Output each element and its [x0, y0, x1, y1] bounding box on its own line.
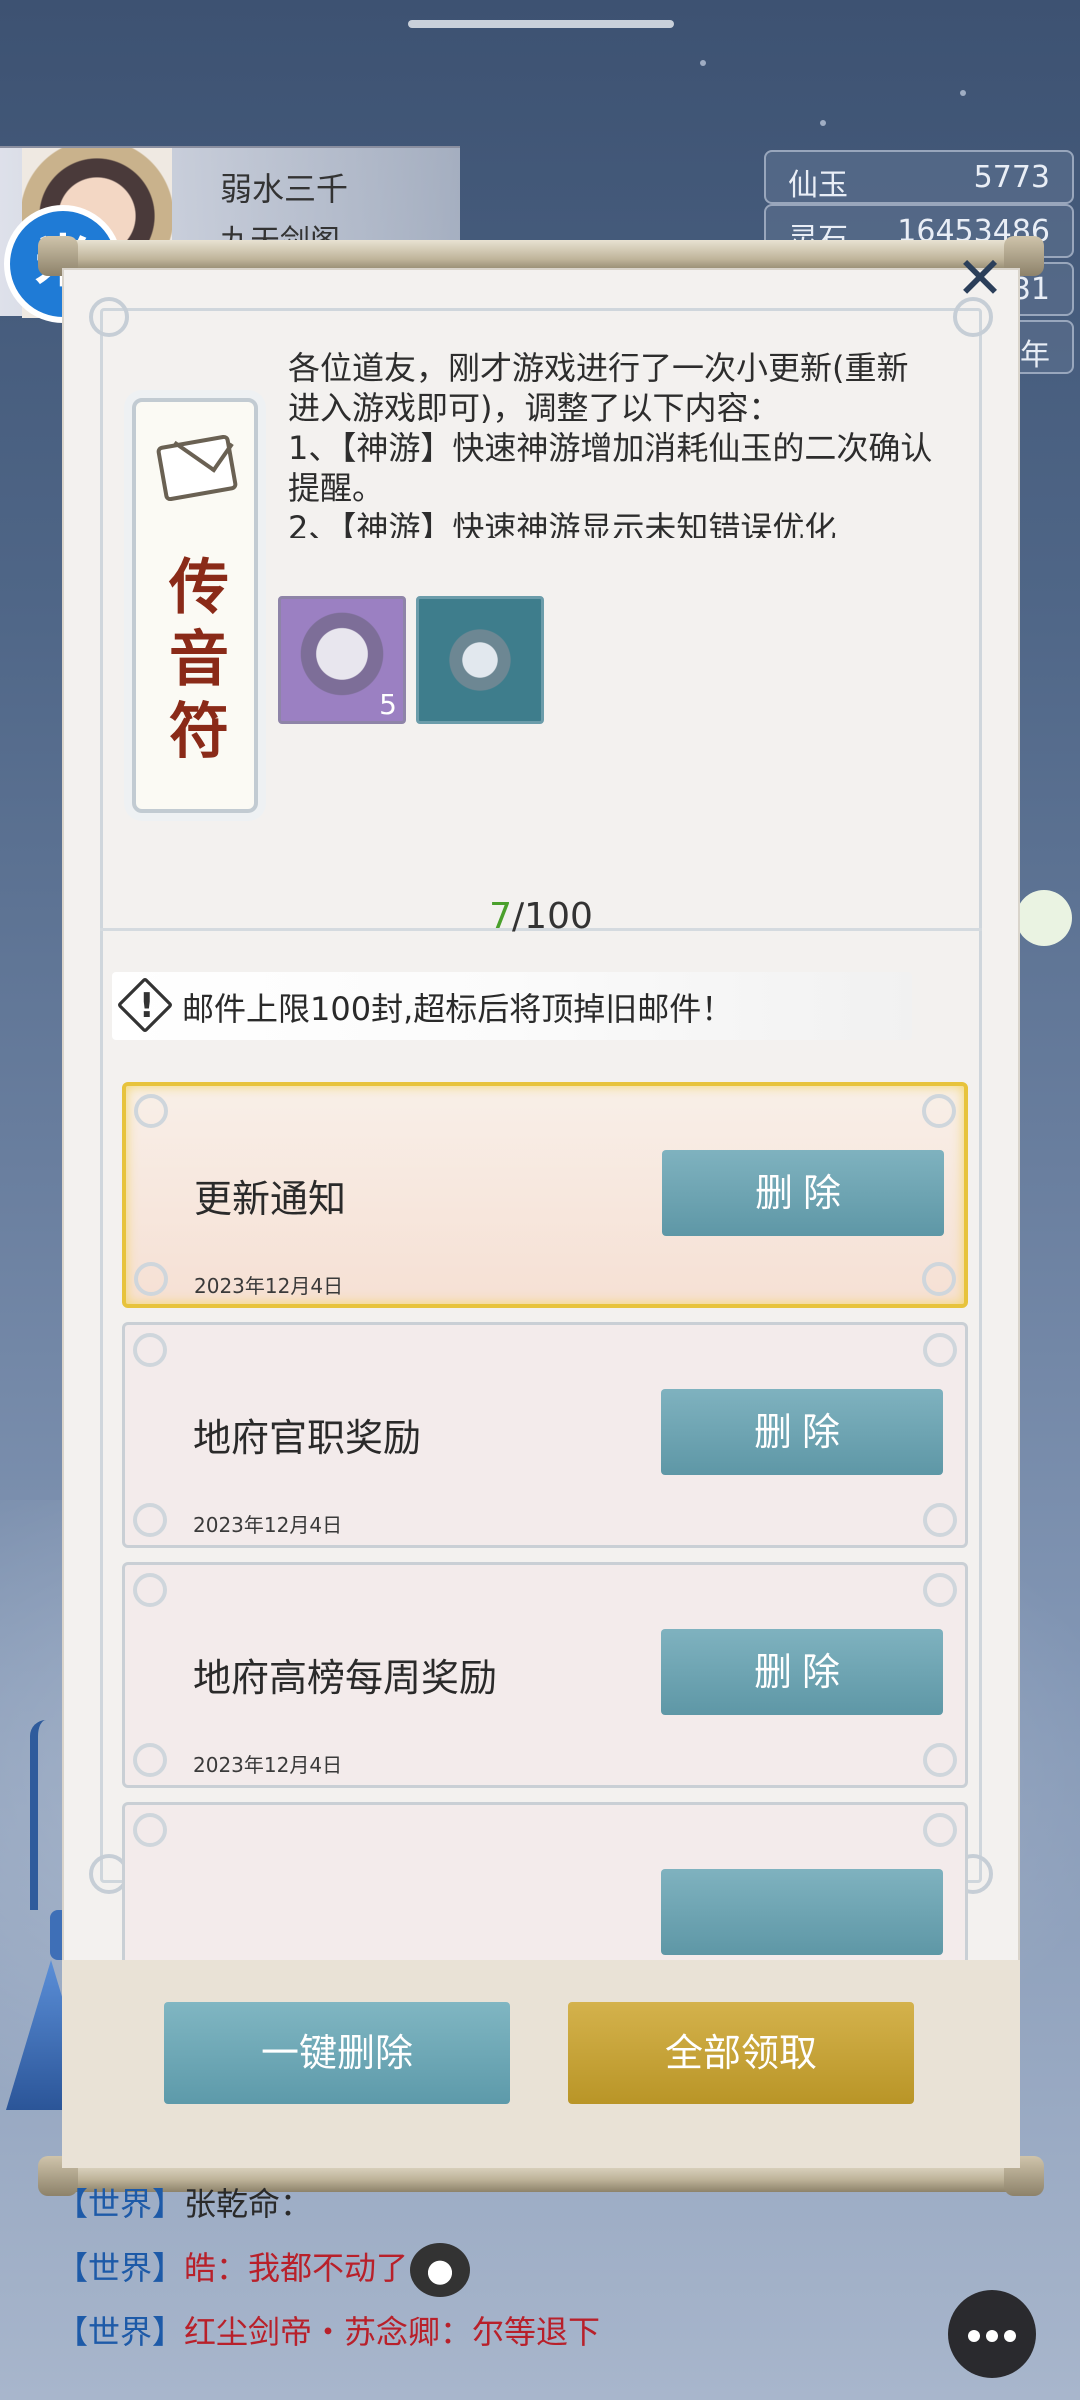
chat-message[interactable]: 【世界】皓：我都不动了: [56, 2236, 1016, 2300]
resource-xianyu[interactable]: 仙玉 5773: [764, 150, 1074, 204]
mail-item[interactable]: 更新通知 2023年12月4日 删除: [122, 1082, 968, 1308]
player-name: 弱水三千: [220, 170, 349, 208]
letter-tab[interactable]: 传音符: [132, 398, 258, 813]
item-ornament: [133, 1573, 167, 1607]
mail-item[interactable]: 地府官职奖励 2023年12月4日 删除: [122, 1322, 968, 1548]
chat-sender[interactable]: 皓：: [184, 2249, 248, 2287]
item-ornament: [922, 1094, 956, 1128]
chat-text: 尔等退下: [472, 2313, 601, 2351]
item-ornament: [133, 1333, 167, 1367]
mail-item[interactable]: 地府高榜每周奖励 2023年12月4日 删除: [122, 1562, 968, 1788]
item-ornament: [923, 1333, 957, 1367]
tassel-cord: [30, 1720, 46, 1910]
warning-icon-mark: !: [139, 986, 155, 1026]
attachment-hourglass[interactable]: [416, 596, 544, 724]
chat-sender[interactable]: 红尘剑帝・苏念卿：: [184, 2313, 472, 2351]
world-chat[interactable]: 【世界】张乾命： 【世界】皓：我都不动了 【世界】红尘剑帝・苏念卿：尔等退下: [56, 2172, 1016, 2364]
item-ornament: [133, 1503, 167, 1537]
chat-message[interactable]: 【世界】红尘剑帝・苏念卿：尔等退下: [56, 2300, 1016, 2364]
item-ornament: [923, 1813, 957, 1847]
item-ornament: [922, 1262, 956, 1296]
warning-text: 邮件上限100封,超标后将顶掉旧邮件！: [182, 990, 734, 1028]
background-star: [820, 120, 826, 126]
item-ornament: [134, 1262, 168, 1296]
mail-panel: 传音符 各位道友，刚才游戏进行了一次小更新(重新进入游戏即可)，调整了以下内容：…: [62, 268, 1020, 2168]
mail-date: 2023年12月4日: [194, 1274, 344, 1298]
delete-mail-button[interactable]: 删除: [661, 1389, 943, 1475]
mail-title: 地府高榜每周奖励: [193, 1656, 498, 1700]
chat-channel: 【世界】: [56, 2249, 185, 2287]
item-ornament: [923, 1743, 957, 1777]
chat-message[interactable]: 【世界】张乾命：: [56, 2172, 1016, 2236]
dog-emoji-icon: [410, 2243, 471, 2297]
mail-content[interactable]: 各位道友，刚才游戏进行了一次小更新(重新进入游戏即可)，调整了以下内容： 1、【…: [288, 348, 938, 538]
mail-count: 7/100: [62, 896, 1020, 937]
chat-dot: [968, 2330, 980, 2342]
mail-title: 地府官职奖励: [193, 1416, 422, 1460]
bulk-delete-button[interactable]: 一键删除: [164, 2002, 510, 2104]
chat-dot: [986, 2330, 998, 2342]
resource-label: 仙玉: [788, 168, 848, 203]
mail-count-current: 7: [489, 896, 513, 937]
delete-mail-button[interactable]: 删除: [662, 1150, 944, 1236]
resource-value: 年: [1020, 338, 1050, 373]
chat-sender[interactable]: 张乾命：: [184, 2185, 312, 2223]
item-ornament: [133, 1813, 167, 1847]
background-star: [700, 60, 706, 66]
attachment-count: 5: [379, 688, 397, 721]
item-ornament: [134, 1094, 168, 1128]
mail-date: 2023年12月4日: [193, 1513, 343, 1537]
frame-ornament: [89, 297, 129, 337]
chat-channel: 【世界】: [56, 2313, 185, 2351]
resource-value: 5773: [973, 160, 1050, 195]
delete-mail-button[interactable]: 删除: [661, 1629, 943, 1715]
attachment-jade-token[interactable]: 5: [278, 596, 406, 724]
item-ornament: [133, 1743, 167, 1777]
mail-title: 更新通知: [194, 1177, 347, 1221]
background-star: [960, 90, 966, 96]
chat-channel: 【世界】: [56, 2185, 185, 2223]
item-ornament: [923, 1503, 957, 1537]
delete-mail-button[interactable]: [661, 1869, 943, 1955]
claim-all-button[interactable]: 全部领取: [568, 2002, 914, 2104]
chat-bubble-icon[interactable]: [948, 2290, 1036, 2378]
mail-count-total: /100: [512, 896, 593, 937]
mail-limit-warning: ! 邮件上限100封,超标后将顶掉旧邮件！: [112, 972, 912, 1040]
close-icon[interactable]: ✕: [950, 249, 1010, 310]
letter-tab-title: 传音符: [169, 553, 229, 767]
leaf-icon[interactable]: [1016, 890, 1072, 946]
chat-text: 我都不动了: [248, 2249, 409, 2287]
mail-date: 2023年12月4日: [193, 1753, 343, 1777]
home-indicator[interactable]: [408, 20, 674, 28]
envelope-icon: [155, 434, 239, 502]
item-ornament: [923, 1573, 957, 1607]
chat-dot: [1004, 2330, 1016, 2342]
